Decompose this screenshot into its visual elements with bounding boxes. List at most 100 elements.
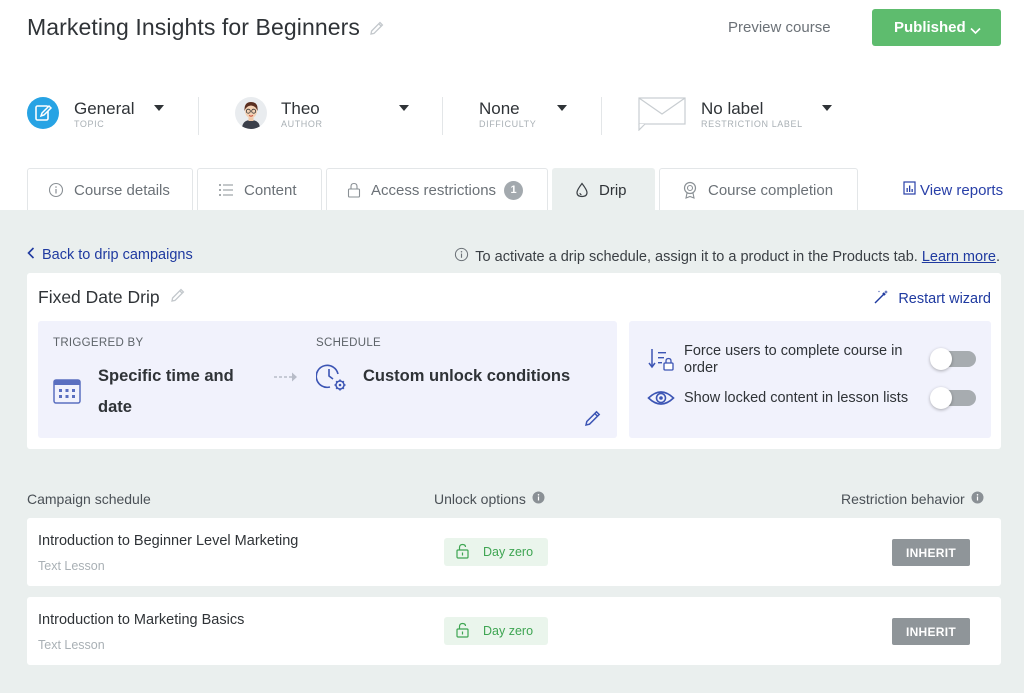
calendar-icon xyxy=(53,377,81,409)
restriction-label-selector[interactable]: No label RESTRICTION LABEL xyxy=(701,97,841,137)
pencil-icon[interactable] xyxy=(584,409,602,432)
trigger-schedule-box: TRIGGERED BY Specific time and date SCHE… xyxy=(38,321,617,438)
info-icon[interactable] xyxy=(965,491,984,507)
unlock-icon xyxy=(456,622,483,641)
unlock-option-button[interactable]: Day zero xyxy=(444,617,548,645)
clock-gear-icon xyxy=(315,363,348,398)
divider xyxy=(198,97,199,135)
unlock-options-header-label: Unlock options xyxy=(434,491,526,507)
restriction-behavior-header: Restriction behavior xyxy=(841,491,984,507)
restart-wizard-label: Restart wizard xyxy=(898,291,991,307)
author-label: AUTHOR xyxy=(281,119,323,129)
tab-course-details[interactable]: Course details xyxy=(27,168,193,211)
unlock-icon xyxy=(456,543,483,562)
drip-campaign-card: Fixed Date Drip Restart wizard TRIGGERED… xyxy=(27,273,1001,449)
restart-wizard-button[interactable]: Restart wizard xyxy=(873,289,991,309)
lesson-type: Text Lesson xyxy=(38,638,105,652)
unlock-option-label: Day zero xyxy=(483,624,534,638)
view-reports-link[interactable]: View reports xyxy=(903,181,1003,199)
topic-label: TOPIC xyxy=(74,119,105,129)
caret-down-icon xyxy=(822,105,832,111)
show-locked-label: Show locked content in lesson lists xyxy=(684,390,909,406)
published-label: Published xyxy=(894,19,966,36)
caret-down-icon xyxy=(154,105,164,111)
tab-access-restrictions[interactable]: Access restrictions 1 xyxy=(326,168,548,211)
trigger-value-line2: date xyxy=(98,398,132,416)
tab-drip[interactable]: Drip xyxy=(552,168,655,211)
force-order-toggle[interactable] xyxy=(930,348,976,370)
schedule-value: Custom unlock conditions xyxy=(363,367,571,385)
author-value: Theo xyxy=(281,99,320,118)
restriction-label-caption: RESTRICTION LABEL xyxy=(701,119,803,129)
course-title: Marketing Insights for Beginners xyxy=(27,14,361,40)
topic-selector[interactable]: General TOPIC xyxy=(74,97,174,137)
topic-edit-icon xyxy=(27,97,59,129)
show-locked-toggle[interactable] xyxy=(930,387,976,409)
award-icon xyxy=(682,181,698,199)
info-icon xyxy=(48,182,64,198)
lesson-type: Text Lesson xyxy=(38,559,105,573)
campaign-schedule-header: Campaign schedule xyxy=(27,491,151,507)
avatar xyxy=(235,97,267,129)
view-reports-label: View reports xyxy=(920,181,1004,199)
tab-content[interactable]: Content xyxy=(197,168,322,211)
restriction-behavior-header-label: Restriction behavior xyxy=(841,491,965,507)
list-icon xyxy=(218,183,234,197)
chevron-left-icon xyxy=(27,247,42,263)
caret-down-icon xyxy=(557,105,567,111)
campaign-schedule-header-label: Campaign schedule xyxy=(27,491,151,507)
difficulty-label: DIFFICULTY xyxy=(479,119,537,129)
schedule-label: SCHEDULE xyxy=(316,337,382,349)
label-envelope-icon xyxy=(638,97,686,132)
lock-icon xyxy=(347,182,361,198)
unlock-options-header: Unlock options xyxy=(434,491,545,507)
trigger-value-line1: Specific time and xyxy=(98,367,234,385)
pencil-icon[interactable] xyxy=(368,19,386,37)
drop-icon xyxy=(575,182,589,198)
sort-lock-icon xyxy=(648,346,674,377)
campaign-title: Fixed Date Drip xyxy=(38,287,160,307)
drip-options-box: Force users to complete course in order … xyxy=(629,321,991,438)
count-badge: 1 xyxy=(504,180,524,200)
difficulty-selector[interactable]: None DIFFICULTY xyxy=(479,97,579,137)
trigger-value: Specific time and date xyxy=(98,361,234,423)
back-label: Back to drip campaigns xyxy=(42,247,193,263)
triggered-by-label: TRIGGERED BY xyxy=(53,337,144,349)
activation-note-text: To activate a drip schedule, assign it t… xyxy=(475,248,918,265)
caret-down-icon xyxy=(399,105,409,111)
unlock-option-label: Day zero xyxy=(483,545,534,559)
arrow-right-icon xyxy=(274,370,300,388)
restriction-behavior-button[interactable]: INHERIT xyxy=(892,618,970,645)
chevron-down-icon xyxy=(970,22,981,39)
difficulty-value: None xyxy=(479,99,520,118)
topic-value: General xyxy=(74,99,135,118)
drip-panel: Back to drip campaigns To activate a dri… xyxy=(0,210,1024,693)
back-to-drip-campaigns-link[interactable]: Back to drip campaigns xyxy=(27,247,193,263)
lesson-title: Introduction to Marketing Basics xyxy=(38,612,245,628)
course-header: Marketing Insights for Beginners Preview… xyxy=(0,0,1024,160)
info-icon[interactable] xyxy=(526,491,545,507)
tab-course-completion[interactable]: Course completion xyxy=(659,168,858,211)
pencil-icon[interactable] xyxy=(169,286,187,309)
author-selector[interactable]: Theo AUTHOR xyxy=(281,97,421,137)
toggle-knob xyxy=(930,348,952,370)
tab-label: Course completion xyxy=(708,181,834,199)
divider xyxy=(442,97,443,135)
magic-wand-icon xyxy=(873,289,898,309)
preview-course-button[interactable]: Preview course xyxy=(728,19,831,36)
learn-more-link[interactable]: Learn more xyxy=(922,249,996,265)
restriction-behavior-button[interactable]: INHERIT xyxy=(892,539,970,566)
unlock-option-button[interactable]: Day zero xyxy=(444,538,548,566)
info-icon xyxy=(454,247,475,266)
note-period: . xyxy=(995,248,1000,265)
published-dropdown-button[interactable]: Published xyxy=(872,9,1001,46)
tab-label: Content xyxy=(244,181,297,199)
divider xyxy=(601,97,602,135)
activation-note: To activate a drip schedule, assign it t… xyxy=(454,247,1000,266)
tab-label: Drip xyxy=(599,181,627,199)
table-row: Introduction to Marketing Basics Text Le… xyxy=(27,597,1001,665)
force-order-label: Force users to complete course in order xyxy=(684,343,903,376)
report-icon xyxy=(903,181,920,199)
table-row: Introduction to Beginner Level Marketing… xyxy=(27,518,1001,586)
tab-label: Access restrictions xyxy=(371,181,497,199)
